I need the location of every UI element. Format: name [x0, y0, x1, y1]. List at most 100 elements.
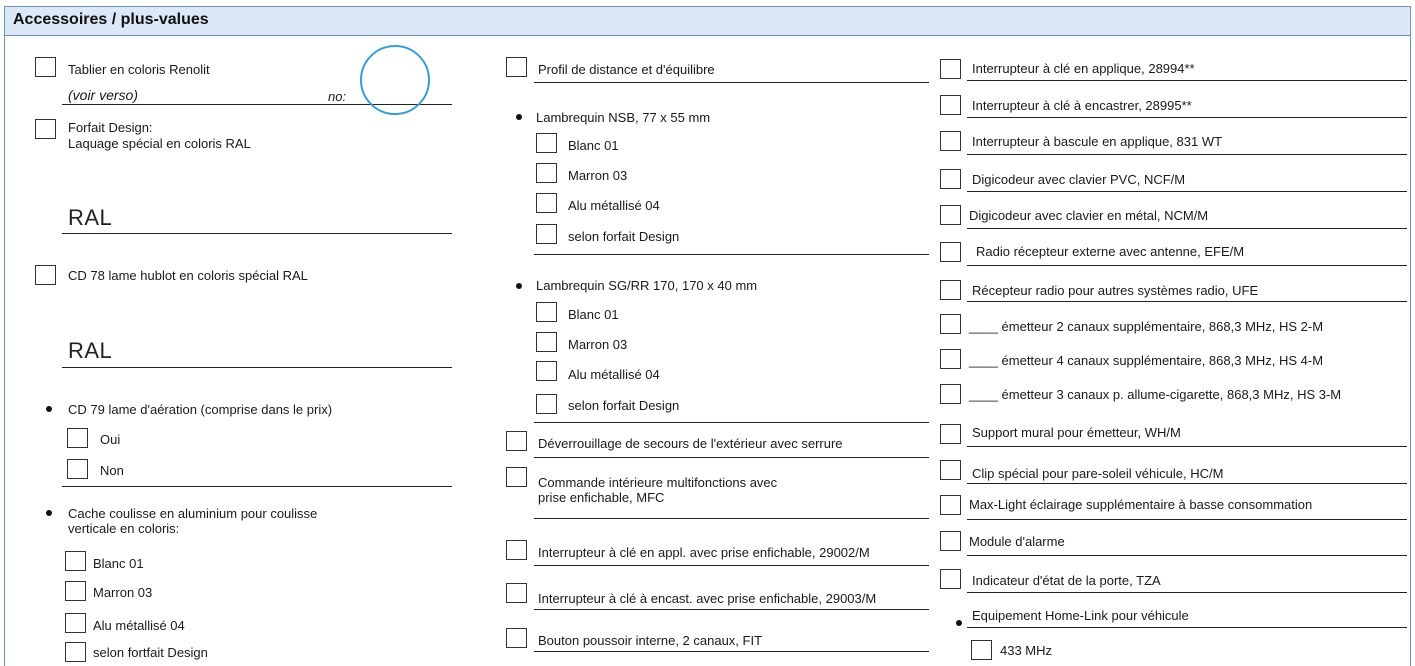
- c3-item-10-checkbox[interactable]: [940, 384, 961, 404]
- interrupteur-appl-line: [534, 565, 929, 566]
- nsb-alu-checkbox[interactable]: [536, 193, 557, 213]
- lambrequin-nsb-label: Lambrequin NSB, 77 x 55 mm: [536, 110, 711, 125]
- c3-line-5: [967, 228, 1407, 229]
- cache-marron-label: Marron 03: [93, 585, 153, 600]
- commande-label: Commande intérieure multifonctions avec: [538, 475, 778, 490]
- cache-blanc-checkbox[interactable]: [65, 551, 86, 571]
- nsb-alu-label: Alu métallisé 04: [568, 198, 660, 213]
- homelink-bullet: [956, 620, 962, 626]
- cache-marron-checkbox[interactable]: [65, 581, 86, 601]
- cache-alu-label: Alu métallisé 04: [93, 618, 185, 633]
- lambrequin-sg-bullet: [516, 283, 522, 289]
- cache-alu-checkbox[interactable]: [65, 613, 86, 633]
- c3-item-4-label: Digicodeur avec clavier PVC, NCF/M: [972, 172, 1186, 187]
- lambrequin-sg-label: Lambrequin SG/RR 170, 170 x 40 mm: [536, 278, 758, 293]
- c3-line-12: [967, 483, 1407, 484]
- c3-line-11: [967, 446, 1407, 447]
- bouton-label: Bouton poussoir interne, 2 canaux, FIT: [538, 633, 763, 648]
- sg-blanc-checkbox[interactable]: [536, 302, 557, 322]
- c3-item-15-checkbox[interactable]: [940, 569, 961, 589]
- c3-item-16-label: Equipement Home-Link pour véhicule: [972, 608, 1189, 623]
- commande-sublabel: prise enfichable, MFC: [538, 490, 665, 505]
- sg-marron-label: Marron 03: [568, 337, 628, 352]
- c3-line-15: [967, 592, 1407, 593]
- c3-item-2-checkbox[interactable]: [940, 95, 961, 115]
- forfait-design-sublabel: Laquage spécial en coloris RAL: [68, 136, 251, 151]
- nsb-marron-checkbox[interactable]: [536, 163, 557, 183]
- c3-item-11-label: Support mural pour émetteur, WH/M: [972, 425, 1181, 440]
- c3-line-1: [967, 80, 1407, 81]
- c3-item-8-checkbox[interactable]: [940, 314, 961, 334]
- deverrouillage-checkbox[interactable]: [506, 431, 527, 451]
- non-checkbox[interactable]: [67, 459, 88, 479]
- c3-item-5-checkbox[interactable]: [940, 205, 961, 225]
- c3-line-3: [967, 154, 1407, 155]
- c3-item-7-checkbox[interactable]: [940, 280, 961, 300]
- forfait-design-checkbox[interactable]: [35, 119, 56, 139]
- cd78-checkbox[interactable]: [35, 265, 56, 285]
- profil-checkbox[interactable]: [506, 57, 527, 77]
- c3-item-7-label: Récepteur radio pour autres systèmes rad…: [972, 283, 1259, 298]
- nsb-line: [534, 254, 929, 255]
- tablier-checkbox[interactable]: [35, 57, 56, 77]
- c3-item-10-label: ____ émetteur 3 canaux p. allume-cigaret…: [969, 387, 1342, 402]
- nsb-blanc-checkbox[interactable]: [536, 133, 557, 153]
- interrupteur-appl-label: Interrupteur à clé en appl. avec prise e…: [538, 545, 870, 560]
- commande-checkbox[interactable]: [506, 467, 527, 487]
- deverrouillage-line: [534, 457, 929, 458]
- c3-item-6-checkbox[interactable]: [940, 242, 961, 262]
- sg-alu-checkbox[interactable]: [536, 361, 557, 381]
- c3-item-3-checkbox[interactable]: [940, 131, 961, 151]
- c3-item-17-checkbox[interactable]: [971, 640, 992, 660]
- c3-item-15-label: Indicateur d'état de la porte, TZA: [972, 573, 1161, 588]
- c3-item-17-label: 433 MHz: [1000, 643, 1053, 658]
- nsb-selon-label: selon forfait Design: [568, 229, 680, 244]
- c3-line-14: [967, 555, 1407, 556]
- cd78-label: CD 78 lame hublot en coloris spécial RAL: [68, 268, 308, 283]
- section-header: Accessoires / plus-values: [4, 6, 1411, 36]
- cd79-line: [62, 486, 452, 487]
- sg-selon-checkbox[interactable]: [536, 394, 557, 414]
- c3-item-4-checkbox[interactable]: [940, 169, 961, 189]
- lambrequin-nsb-bullet: [516, 114, 522, 120]
- c3-item-1-label: Interrupteur à clé en applique, 28994**: [972, 61, 1195, 76]
- c3-item-6-label: Radio récepteur externe avec antenne, EF…: [976, 244, 1245, 259]
- cd79-label: CD 79 lame d'aération (comprise dans le …: [68, 402, 333, 417]
- deverrouillage-label: Déverrouillage de secours de l'extérieur…: [538, 436, 843, 451]
- interrupteur-encast-checkbox[interactable]: [506, 583, 527, 603]
- cache-selon-label: selon fortfait Design: [93, 645, 208, 660]
- c3-item-8-label: ____ émetteur 2 canaux supplémentaire, 8…: [969, 319, 1324, 334]
- cache-bullet: [46, 510, 52, 516]
- nsb-marron-label: Marron 03: [568, 168, 628, 183]
- c3-item-13-checkbox[interactable]: [940, 495, 961, 515]
- oui-label: Oui: [100, 432, 121, 447]
- sg-marron-checkbox[interactable]: [536, 332, 557, 352]
- bouton-checkbox[interactable]: [506, 628, 527, 648]
- tablier-label: Tablier en coloris Renolit: [68, 62, 210, 77]
- forfait-design-label: Forfait Design:: [68, 120, 153, 135]
- c3-line-7: [967, 301, 1407, 302]
- ral-line-2: [62, 367, 452, 368]
- c3-item-5-label: Digicodeur avec clavier en métal, NCM/M: [969, 208, 1209, 223]
- c3-item-14-label: Module d'alarme: [969, 534, 1065, 549]
- c3-item-1-checkbox[interactable]: [940, 59, 961, 79]
- c3-item-12-checkbox[interactable]: [940, 460, 961, 480]
- cache-selon-checkbox[interactable]: [65, 642, 86, 662]
- nsb-selon-checkbox[interactable]: [536, 224, 557, 244]
- c3-item-9-checkbox[interactable]: [940, 349, 961, 369]
- c3-item-11-checkbox[interactable]: [940, 424, 961, 444]
- c3-line-2: [967, 117, 1407, 118]
- c3-item-9-label: ____ émetteur 4 canaux supplémentaire, 8…: [969, 353, 1324, 368]
- commande-line: [534, 518, 929, 519]
- ral-line-1: [62, 233, 452, 234]
- cd79-bullet: [46, 406, 52, 412]
- section-frame: [4, 36, 1411, 666]
- annotation-circle: [360, 45, 430, 115]
- sg-line: [534, 422, 929, 423]
- bouton-line: [534, 651, 929, 652]
- section-title: Accessoires / plus-values: [13, 11, 209, 28]
- c3-item-14-checkbox[interactable]: [940, 531, 961, 551]
- c3-item-3-label: Interrupteur à bascule en applique, 831 …: [972, 134, 1223, 149]
- interrupteur-appl-checkbox[interactable]: [506, 540, 527, 560]
- oui-checkbox[interactable]: [67, 428, 88, 448]
